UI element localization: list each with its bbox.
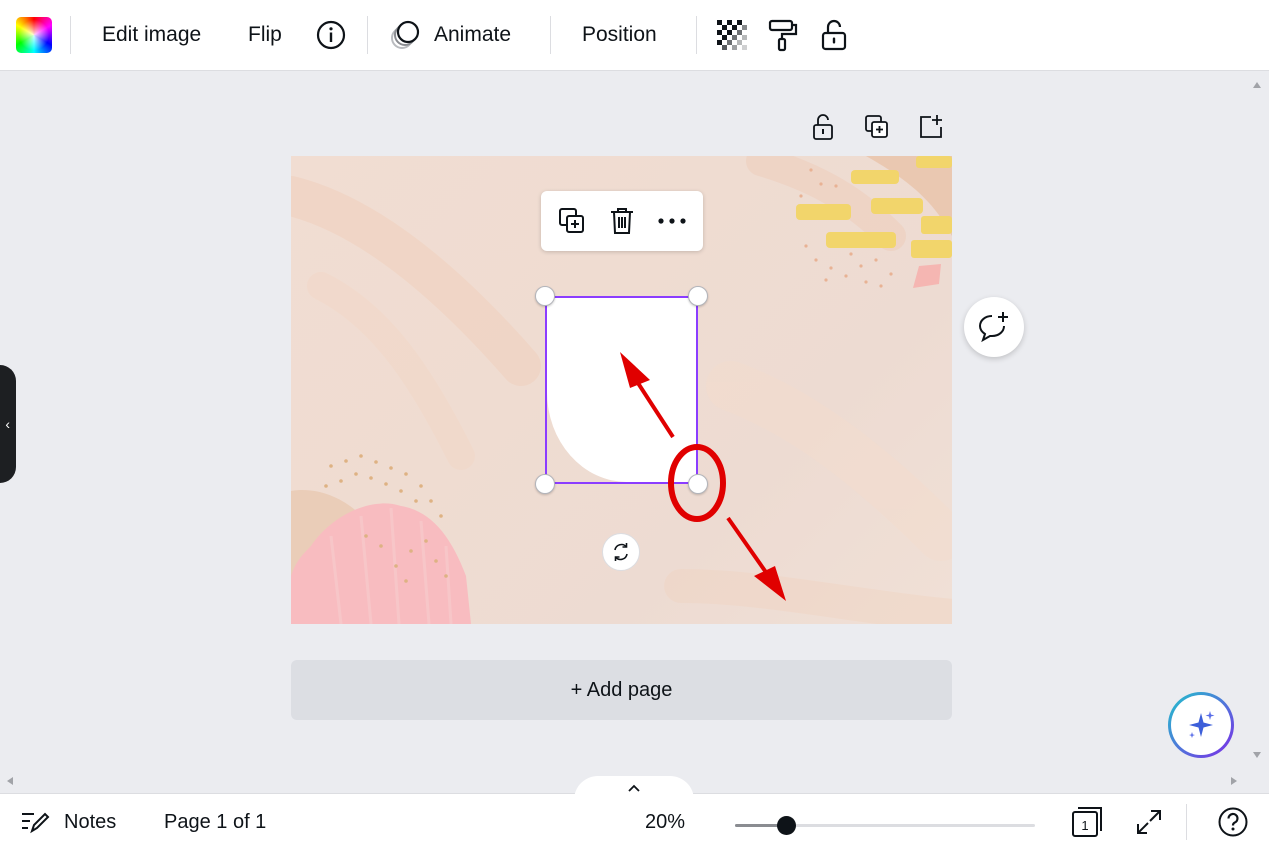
chevron-up-icon [628,784,640,792]
bottom-bar: Notes Page 1 of 1 20% 1 [0,793,1269,849]
magic-assistant-button[interactable] [1168,692,1234,758]
page-grid-view-button[interactable]: 1 [1070,794,1104,849]
help-icon[interactable] [1217,794,1249,849]
add-comment-button[interactable] [964,297,1024,357]
arrow-up-left [620,352,675,439]
notes-icon[interactable] [20,794,50,849]
vertical-scrollbar[interactable] [1245,71,1269,769]
annotation-circle [668,444,726,522]
notes-button[interactable]: Notes [64,794,116,849]
sparkle-icon [1189,711,1215,738]
add-page-button[interactable]: + Add page [291,660,952,720]
page-indicator[interactable]: Page 1 of 1 [164,794,266,849]
zoom-level[interactable]: 20% [645,794,685,849]
arrow-down-right [726,516,786,601]
comment-icon [978,312,1008,343]
divider [1186,804,1187,840]
annotation-overlay [620,352,786,601]
fullscreen-icon[interactable] [1135,794,1163,849]
scroll-right-icon [1231,777,1237,785]
zoom-slider-handle[interactable] [776,816,796,835]
scroll-left-icon [7,777,13,785]
expand-pages-toggle[interactable] [574,776,694,800]
scroll-up-icon [1253,82,1261,88]
pages-icon: 1 [1072,807,1102,837]
svg-text:1: 1 [1081,818,1088,833]
scroll-down-icon [1253,752,1261,758]
